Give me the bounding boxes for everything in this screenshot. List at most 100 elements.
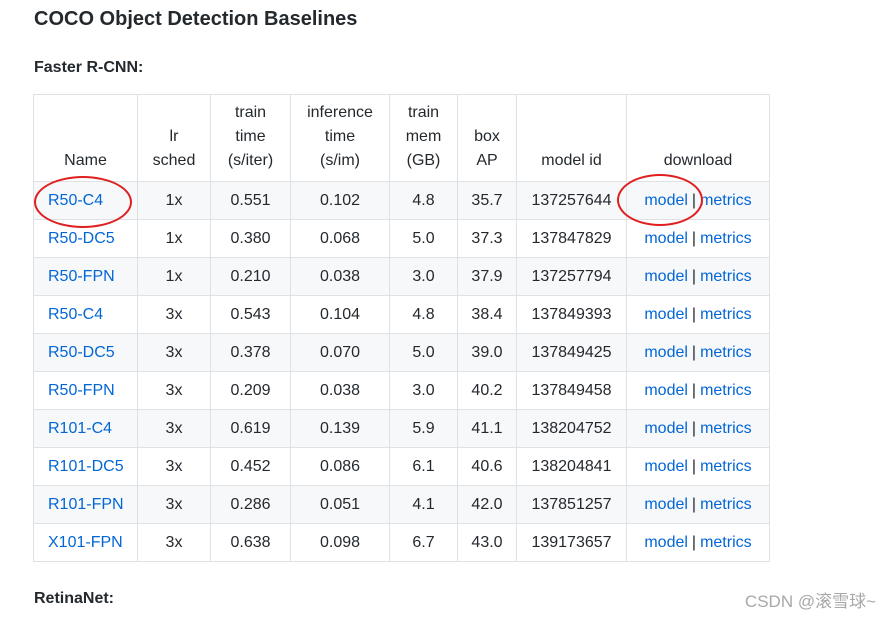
train-time-cell: 0.638	[210, 523, 291, 562]
train-time-cell: 0.551	[210, 181, 291, 220]
table-row: R50-C4 1x 0.551 0.102 4.8 35.7 137257644 model |…	[33, 181, 770, 220]
model-download-link[interactable]: model	[644, 344, 688, 361]
train-mem-cell: 5.0	[389, 219, 458, 258]
config-link[interactable]: R101-FPN	[48, 496, 124, 513]
link-separator: |	[691, 419, 697, 437]
box-ap-cell: 43.0	[457, 523, 517, 562]
column-header-line: inference	[307, 104, 373, 121]
metrics-download-link[interactable]: metrics	[700, 268, 752, 285]
model-download-link[interactable]: model	[644, 420, 688, 437]
link-separator: |	[691, 343, 697, 361]
download-cell: model | metrics	[626, 333, 770, 372]
metrics-download-link[interactable]: metrics	[700, 382, 752, 399]
config-link[interactable]: R50-FPN	[48, 268, 115, 285]
column-header-line: Name	[64, 152, 107, 169]
column-header: download	[626, 94, 770, 182]
model-download-link[interactable]: model	[644, 382, 688, 399]
column-header-line: train	[407, 104, 440, 121]
column-header-line: lr	[169, 128, 179, 145]
name-cell: R50-C4	[33, 295, 138, 334]
lr-sched-cell: 3x	[137, 371, 211, 410]
column-header-line: (s/im)	[320, 152, 360, 169]
link-separator: |	[691, 267, 697, 285]
lr-sched-cell: 3x	[137, 485, 211, 524]
lr-sched-cell: 1x	[137, 181, 211, 220]
name-cell: R50-FPN	[33, 257, 138, 296]
model-id-cell: 139173657	[516, 523, 627, 562]
table-header-row: Name lr sched train time (s/iter) inference tim…	[33, 94, 770, 182]
column-header: inference time (s/im)	[290, 94, 390, 182]
link-separator: |	[691, 533, 697, 551]
column-header-line: download	[663, 152, 733, 169]
inference-time-cell: 0.051	[290, 485, 390, 524]
config-link[interactable]: R101-DC5	[48, 458, 124, 475]
train-mem-cell: 5.9	[389, 409, 458, 448]
metrics-download-link[interactable]: metrics	[700, 230, 752, 247]
box-ap-cell: 39.0	[457, 333, 517, 372]
train-time-cell: 0.619	[210, 409, 291, 448]
train-mem-cell: 3.0	[389, 257, 458, 296]
box-ap-cell: 41.1	[457, 409, 517, 448]
metrics-download-link[interactable]: metrics	[700, 496, 752, 513]
table-body: R50-C4 1x 0.551 0.102 4.8 35.7 137257644 model |…	[33, 181, 770, 562]
config-link[interactable]: R50-DC5	[48, 230, 115, 247]
train-time-cell: 0.378	[210, 333, 291, 372]
model-download-link[interactable]: model	[644, 534, 688, 551]
column-header-line: (s/iter)	[227, 152, 274, 169]
model-id-cell: 137257644	[516, 181, 627, 220]
metrics-download-link[interactable]: metrics	[700, 420, 752, 437]
column-header-line: mem	[405, 128, 442, 145]
download-cell: model | metrics	[626, 409, 770, 448]
box-ap-cell: 38.4	[457, 295, 517, 334]
config-link[interactable]: R50-C4	[48, 306, 103, 323]
box-ap-cell: 37.9	[457, 257, 517, 296]
inference-time-cell: 0.102	[290, 181, 390, 220]
config-link[interactable]: X101-FPN	[48, 534, 123, 551]
config-link[interactable]: R50-C4	[48, 192, 103, 209]
model-download-link[interactable]: model	[644, 496, 688, 513]
name-cell: R101-FPN	[33, 485, 138, 524]
metrics-download-link[interactable]: metrics	[700, 534, 752, 551]
model-download-link[interactable]: model	[644, 192, 688, 209]
metrics-download-link[interactable]: metrics	[700, 192, 752, 209]
link-separator: |	[691, 495, 697, 513]
model-id-cell: 137849458	[516, 371, 627, 410]
name-cell: R101-C4	[33, 409, 138, 448]
model-download-link[interactable]: model	[644, 458, 688, 475]
link-separator: |	[691, 381, 697, 399]
download-cell: model | metrics	[626, 371, 770, 410]
train-mem-cell: 3.0	[389, 371, 458, 410]
download-cell: model | metrics	[626, 219, 770, 258]
inference-time-cell: 0.098	[290, 523, 390, 562]
column-header-line: model id	[541, 152, 602, 169]
inference-time-cell: 0.070	[290, 333, 390, 372]
table-row: X101-FPN 3x 0.638 0.098 6.7 43.0 139173657 mode…	[33, 523, 770, 562]
model-id-cell: 138204752	[516, 409, 627, 448]
box-ap-cell: 40.2	[457, 371, 517, 410]
config-link[interactable]: R50-FPN	[48, 382, 115, 399]
download-cell: model | metrics	[626, 181, 770, 220]
table-row: R50-FPN 1x 0.210 0.038 3.0 37.9 137257794 model…	[33, 257, 770, 296]
lr-sched-cell: 1x	[137, 219, 211, 258]
table-row: R50-DC5 3x 0.378 0.070 5.0 39.0 137849425 model…	[33, 333, 770, 372]
train-time-cell: 0.209	[210, 371, 291, 410]
table-row: R101-C4 3x 0.619 0.139 5.9 41.1 138204752 model…	[33, 409, 770, 448]
train-mem-cell: 4.1	[389, 485, 458, 524]
model-download-link[interactable]: model	[644, 230, 688, 247]
config-link[interactable]: R101-C4	[48, 420, 112, 437]
name-cell: R50-C4	[33, 181, 138, 220]
page-title: COCO Object Detection Baselines	[34, 8, 358, 30]
train-mem-cell: 4.8	[389, 295, 458, 334]
metrics-download-link[interactable]: metrics	[700, 458, 752, 475]
train-time-cell: 0.210	[210, 257, 291, 296]
table-row: R101-FPN 3x 0.286 0.051 4.1 42.0 137851257 mode…	[33, 485, 770, 524]
table-row: R50-FPN 3x 0.209 0.038 3.0 40.2 137849458 model…	[33, 371, 770, 410]
model-download-link[interactable]: model	[644, 268, 688, 285]
metrics-download-link[interactable]: metrics	[700, 344, 752, 361]
config-link[interactable]: R50-DC5	[48, 344, 115, 361]
metrics-download-link[interactable]: metrics	[700, 306, 752, 323]
model-download-link[interactable]: model	[644, 306, 688, 323]
name-cell: R50-DC5	[33, 333, 138, 372]
column-header: train time (s/iter)	[210, 94, 291, 182]
download-cell: model | metrics	[626, 257, 770, 296]
